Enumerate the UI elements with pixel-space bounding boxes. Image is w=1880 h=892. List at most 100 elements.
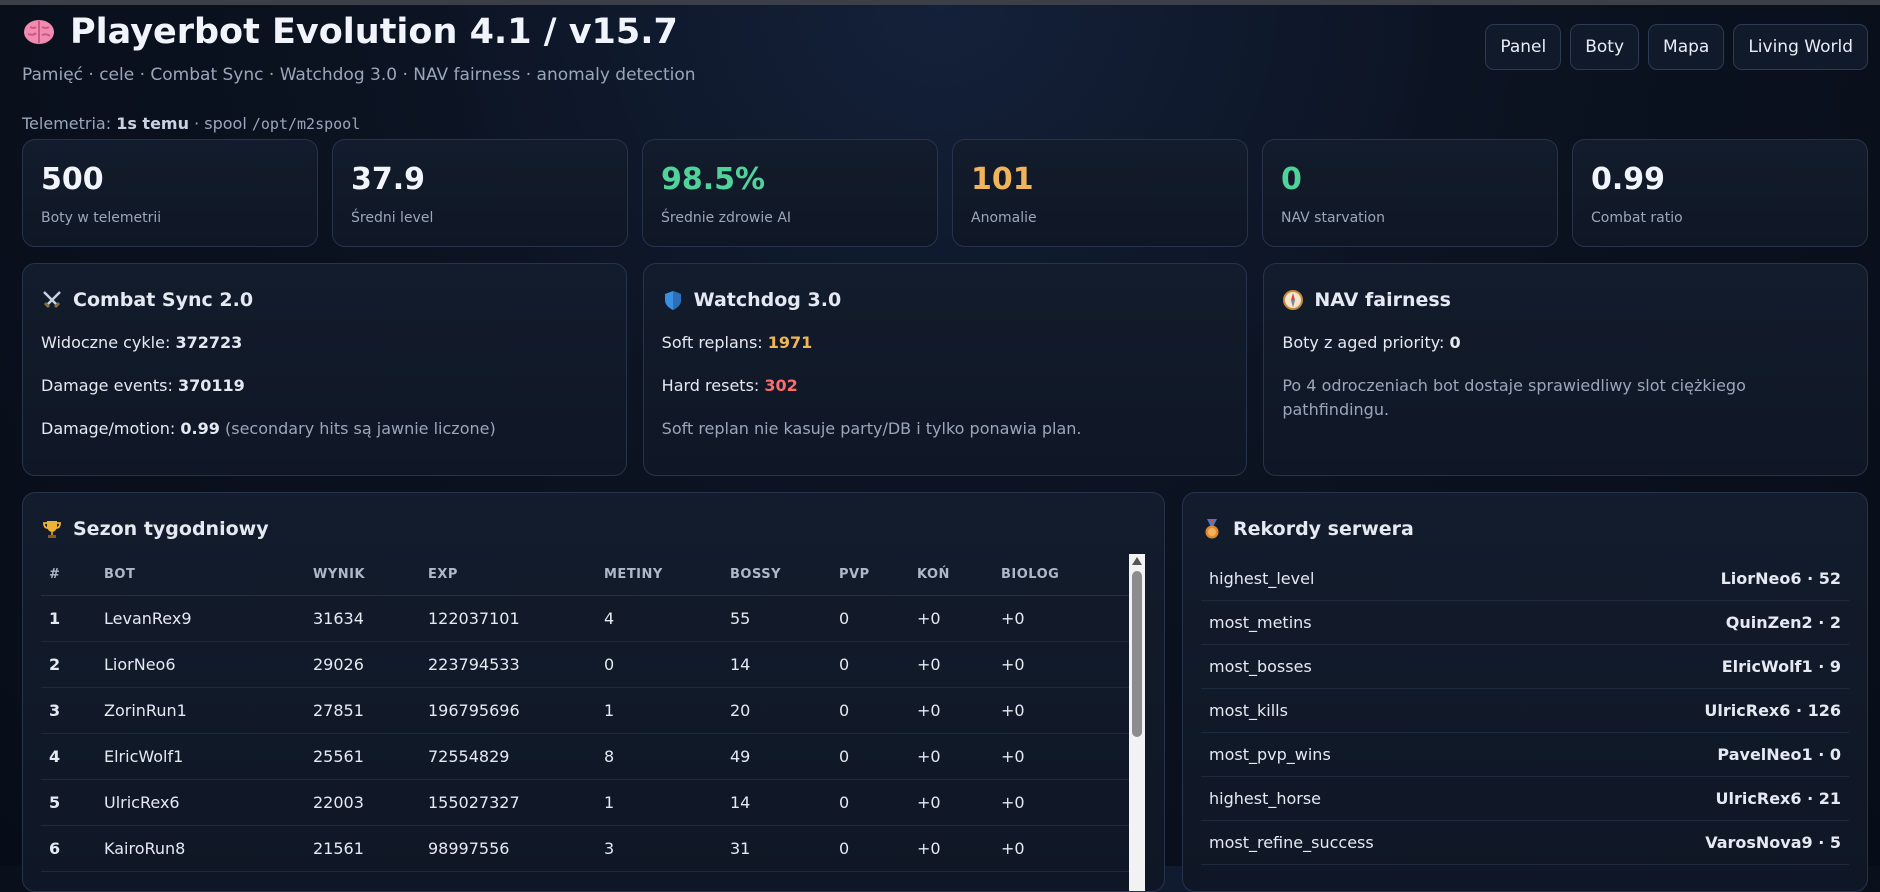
cell-biolog: +0 <box>1001 641 1131 688</box>
cell-bosses: 14 <box>730 641 839 688</box>
cell-bot: UlricRex6 <box>104 779 313 826</box>
nav-mapa-button[interactable]: Mapa <box>1648 24 1725 70</box>
page-title-text: Playerbot Evolution 4.1 / v15.7 <box>70 12 678 52</box>
records-list: highest_level LiorNeo6 · 52 most_metins … <box>1201 557 1849 865</box>
cell-rank: 1 <box>41 595 104 642</box>
col-biolog[interactable]: BIOLOG <box>1001 555 1131 596</box>
col-rank[interactable]: # <box>41 555 104 596</box>
record-value: VarosNova9 · 5 <box>1705 833 1841 852</box>
list-item: highest_level LiorNeo6 · 52 <box>1201 557 1849 601</box>
record-key: most_metins <box>1209 613 1312 632</box>
cell-bot: LevanRex9 <box>104 595 313 642</box>
list-item: most_kills UlricRex6 · 126 <box>1201 689 1849 733</box>
window-top-border <box>0 0 1880 5</box>
cell-horse: +0 <box>917 779 1001 826</box>
col-bosses[interactable]: BOSSY <box>730 555 839 596</box>
stat-value: 0.99 <box>1591 162 1666 197</box>
cell-exp: 155027327 <box>428 779 604 826</box>
scroll-up-arrow-icon[interactable] <box>1132 557 1142 565</box>
soft-replans-label: Soft replans: <box>661 333 763 352</box>
cell-biolog: +0 <box>1001 779 1131 826</box>
cell-score: 25561 <box>313 733 428 780</box>
cell-biolog: +0 <box>1001 687 1131 734</box>
table-row[interactable]: 4 ElricWolf1 25561 72554829 8 49 0 +0 +0 <box>41 733 1131 780</box>
telemetry-label: Telemetria: <box>22 114 112 133</box>
stat-label: Średni level <box>351 210 434 226</box>
cell-score: 29026 <box>313 641 428 688</box>
cell-horse: +0 <box>917 595 1001 642</box>
spool-path: /opt/m2spool <box>251 115 361 133</box>
record-value: UlricRex6 · 126 <box>1704 701 1841 720</box>
cell-rank: 2 <box>41 641 104 688</box>
watchdog-note: Soft replan nie kasuje party/DB i tylko … <box>661 419 1082 438</box>
visible-cycles-label: Widoczne cykle: <box>41 333 171 352</box>
soft-replans-value: 1971 <box>767 333 813 352</box>
card-title: NAV fairness <box>1282 288 1849 312</box>
table-row[interactable]: 6 KairoRun8 21561 98997556 3 31 0 +0 +0 <box>41 825 1131 872</box>
stat-card-bots: 500 Boty w telemetrii <box>22 139 318 247</box>
table-row[interactable]: 5 UlricRex6 22003 155027327 1 14 0 +0 +0 <box>41 779 1131 826</box>
col-horse[interactable]: KOŃ <box>917 555 1001 596</box>
scroll-thumb[interactable] <box>1132 571 1142 737</box>
stats-row: 500 Boty w telemetrii 37.9 Średni level … <box>22 139 1868 247</box>
cell-pvp: 0 <box>839 687 917 734</box>
cell-bot: LiorNeo6 <box>104 641 313 688</box>
list-item: most_pvp_wins PavelNeo1 · 0 <box>1201 733 1849 777</box>
stat-label: Średnie zdrowie AI <box>661 210 792 226</box>
server-records-panel: Rekordy serwera highest_level LiorNeo6 ·… <box>1182 492 1868 892</box>
stat-value: 98.5% <box>661 162 766 197</box>
telemetry-status: Telemetria: 1s temu · spool /opt/m2spool <box>22 114 360 133</box>
stat-value: 37.9 <box>351 162 426 197</box>
record-value: QuinZen2 · 2 <box>1725 613 1841 632</box>
card-title: Watchdog 3.0 <box>662 288 1229 312</box>
cell-biolog: +0 <box>1001 733 1131 780</box>
hard-resets-value: 302 <box>764 376 798 395</box>
col-exp[interactable]: EXP <box>428 555 604 596</box>
record-value: UlricRex6 · 21 <box>1715 789 1841 808</box>
col-metins[interactable]: METINY <box>604 555 730 596</box>
col-bot[interactable]: BOT <box>104 555 313 596</box>
col-pvp[interactable]: PVP <box>839 555 917 596</box>
stat-value: 500 <box>41 162 104 197</box>
record-key: most_refine_success <box>1209 833 1374 852</box>
cell-bot: ElricWolf1 <box>104 733 313 780</box>
card-title-text: Watchdog 3.0 <box>693 289 842 311</box>
hard-resets-label: Hard resets: <box>661 376 760 395</box>
crossed-swords-icon <box>41 289 63 311</box>
combat-sync-card: Combat Sync 2.0 Widoczne cykle: 372723 D… <box>22 263 627 476</box>
cell-pvp: 0 <box>839 595 917 642</box>
col-score[interactable]: WYNIK <box>313 555 428 596</box>
cell-metins: 0 <box>604 641 730 688</box>
aged-priority-value: 0 <box>1449 333 1461 352</box>
aged-priority-label: Boty z aged priority: <box>1282 333 1445 352</box>
table-row[interactable]: 2 LiorNeo6 29026 223794533 0 14 0 +0 +0 <box>41 641 1131 688</box>
soft-replans-line: Soft replans: 1971 <box>662 331 1229 355</box>
damage-motion-value: 0.99 <box>180 419 220 438</box>
page-header: Playerbot Evolution 4.1 / v15.7 Pamięć ·… <box>22 12 696 85</box>
table-row[interactable]: 1 LevanRex9 31634 122037101 4 55 0 +0 +0 <box>41 595 1131 642</box>
damage-events-line: Damage events: 370119 <box>41 374 608 398</box>
record-value: ElricWolf1 · 9 <box>1721 657 1841 676</box>
nav-living-world-button[interactable]: Living World <box>1733 24 1868 70</box>
info-cards-row: Combat Sync 2.0 Widoczne cykle: 372723 D… <box>22 263 1869 476</box>
cell-horse: +0 <box>917 641 1001 688</box>
damage-events-value: 370119 <box>178 376 245 395</box>
stat-card-nav-starvation: 0 NAV starvation <box>1262 139 1558 247</box>
cell-bosses: 31 <box>730 825 839 872</box>
visible-cycles-line: Widoczne cykle: 372723 <box>41 331 608 355</box>
card-title-text: Sezon tygodniowy <box>73 518 269 540</box>
stat-label: Anomalie <box>971 210 1037 226</box>
damage-motion-label: Damage/motion: <box>41 419 176 438</box>
nav-panel-button[interactable]: Panel <box>1485 24 1562 70</box>
table-scrollbar[interactable] <box>1129 554 1145 891</box>
record-key: most_bosses <box>1209 657 1312 676</box>
table-row[interactable]: 3 ZorinRun1 27851 196795696 1 20 0 +0 +0 <box>41 687 1131 734</box>
cell-metins: 4 <box>604 595 730 642</box>
record-value: LiorNeo6 · 52 <box>1720 569 1841 588</box>
nav-boty-button[interactable]: Boty <box>1570 24 1640 70</box>
cell-horse: +0 <box>917 825 1001 872</box>
cell-exp: 223794533 <box>428 641 604 688</box>
damage-motion-line: Damage/motion: 0.99 (secondary hits są j… <box>41 417 608 441</box>
stat-label: Boty w telemetrii <box>41 210 162 226</box>
cell-biolog: +0 <box>1001 595 1131 642</box>
